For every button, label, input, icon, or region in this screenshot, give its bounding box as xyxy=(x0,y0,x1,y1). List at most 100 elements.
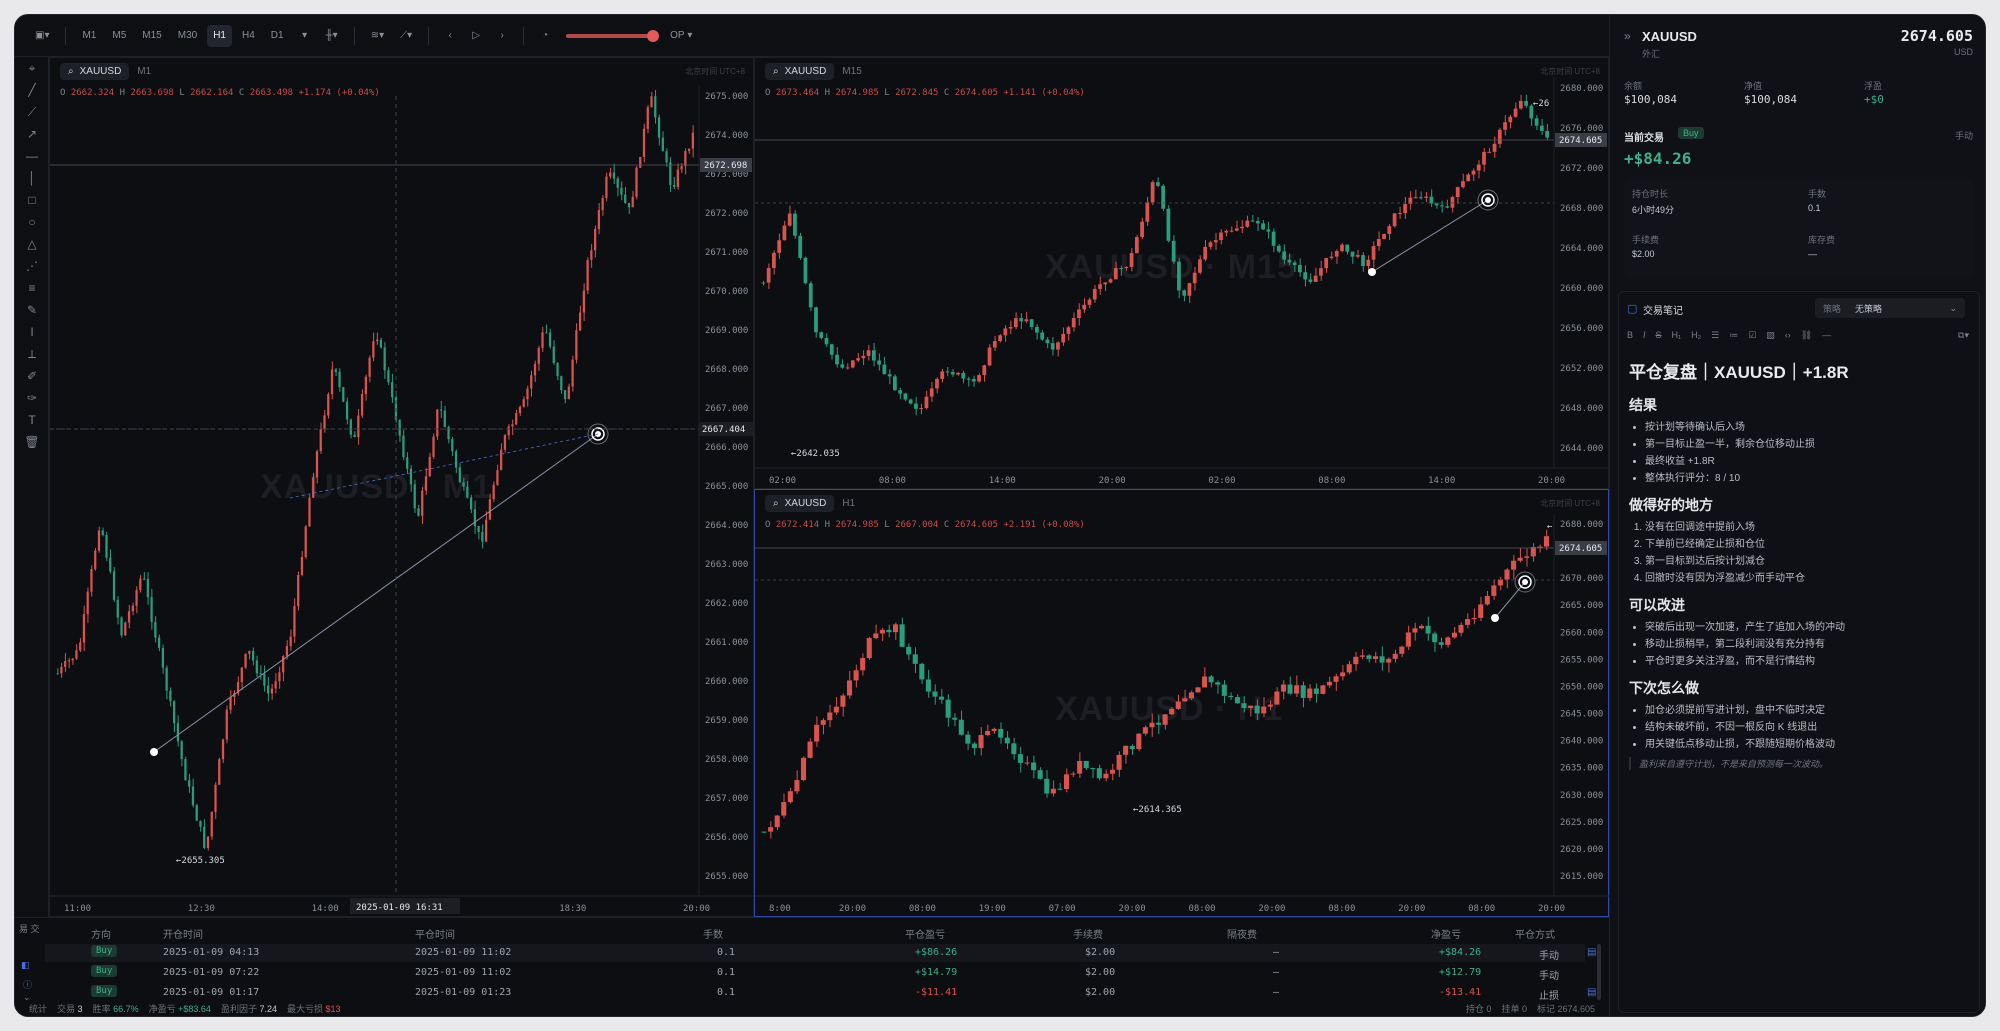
step-back-icon[interactable]: ‹ xyxy=(439,25,461,47)
strategy-label: 策略 xyxy=(1823,303,1842,314)
candle-body xyxy=(364,376,367,395)
circle-icon[interactable]: ○ xyxy=(15,211,49,233)
trash-icon[interactable]: 🗑 xyxy=(15,431,49,453)
layout-icon[interactable]: ▣▾ xyxy=(29,25,55,47)
checklist-icon[interactable]: ☑ xyxy=(1748,330,1756,341)
op-menu[interactable]: OP ▾ xyxy=(664,25,698,47)
indicator-icon[interactable]: ⟋▾ xyxy=(394,25,418,47)
hline-icon[interactable]: — xyxy=(15,145,49,167)
bold-icon[interactable]: B xyxy=(1627,330,1633,341)
price-chart[interactable]: 2675.0002674.0002673.0002672.0002671.000… xyxy=(50,58,755,918)
candle-body xyxy=(1261,706,1267,714)
candle-body xyxy=(1234,697,1240,704)
strategy-select[interactable]: 策略 无策略 ⌄ xyxy=(1815,298,1965,318)
bullet-list-icon[interactable]: ☰ xyxy=(1711,330,1719,341)
ray-icon[interactable]: ⟋ xyxy=(15,101,49,123)
table-row[interactable]: Buy 2025-01-09 07:22 2025-01-09 11:02 0.1 +$… xyxy=(45,964,1585,982)
tf-m15[interactable]: M15 xyxy=(136,25,167,47)
copy-icon[interactable]: ⧉▾ xyxy=(1958,330,1969,341)
candle-body xyxy=(1298,265,1302,273)
candle-body xyxy=(1334,251,1339,257)
table-scrollbar[interactable] xyxy=(1597,944,1601,1000)
image-icon[interactable]: ▨ xyxy=(1766,330,1775,341)
link-icon[interactable]: ⛓ xyxy=(1801,330,1812,341)
more-tf-icon[interactable]: ▾ xyxy=(294,25,316,47)
tf-m5[interactable]: M5 xyxy=(106,25,132,47)
rectangle-icon[interactable]: □ xyxy=(15,189,49,211)
text-cursor-icon[interactable]: I xyxy=(15,321,49,343)
collapse-icon[interactable]: » xyxy=(1624,29,1631,43)
triangle-icon[interactable]: △ xyxy=(15,233,49,255)
cursor-icon[interactable]: ⌖ xyxy=(15,57,49,79)
candle-body xyxy=(188,780,191,787)
h1-icon[interactable]: H₁ xyxy=(1672,330,1682,341)
chart-pane-m1[interactable]: ⌕ XAUUSD M1 北京时间 UTC+8 O 2662.324 H 2663.… xyxy=(49,57,755,918)
info-icon[interactable]: ⓘ xyxy=(23,978,32,991)
candle-body xyxy=(766,268,771,283)
arrow-icon[interactable]: ↗ xyxy=(15,123,49,145)
price-tick: 2665.000 xyxy=(705,482,748,492)
tf-m30[interactable]: M30 xyxy=(172,25,203,47)
replay-speed-slider[interactable] xyxy=(566,29,660,42)
entry-marker xyxy=(150,748,158,756)
italic-icon[interactable]: I xyxy=(1643,330,1646,341)
code-icon[interactable]: ‹› xyxy=(1785,330,1791,341)
divider-icon[interactable]: — xyxy=(1822,330,1831,341)
candle-type-icon[interactable]: ╫▾ xyxy=(320,25,344,47)
price-tick: 2680.000 xyxy=(1560,84,1603,94)
note-icon[interactable]: ▤ xyxy=(1587,987,1596,998)
step-forward-icon[interactable]: › xyxy=(491,25,513,47)
trendline-icon[interactable]: ╱ xyxy=(15,79,49,101)
price-chart[interactable]: 2680.0002675.0002670.0002665.0002660.000… xyxy=(755,490,1610,918)
candle-body xyxy=(300,556,304,575)
highlighter-icon[interactable]: ✑ xyxy=(15,387,49,409)
ordered-list-icon[interactable]: ≔ xyxy=(1729,330,1738,341)
candle-body xyxy=(586,259,589,291)
candle-body xyxy=(1213,240,1218,243)
play-icon[interactable]: ▷ xyxy=(465,25,487,47)
candle-body xyxy=(1466,174,1471,182)
layers-icon[interactable]: ≋▾ xyxy=(365,25,390,47)
candle-body xyxy=(398,420,401,436)
ruler-icon[interactable]: ⟂ xyxy=(15,343,49,365)
tf-h1[interactable]: H1 xyxy=(207,24,232,47)
price-chart[interactable]: 2680.000 2676.000 2672.000 2668.000 2664.000… xyxy=(755,58,1610,490)
tab-orders[interactable]: 交 xyxy=(31,924,40,934)
path-icon[interactable]: ⋰ xyxy=(15,255,49,277)
tf-h4[interactable]: H4 xyxy=(236,25,261,47)
table-row[interactable]: Buy 2025-01-09 04:13 2025-01-09 11:02 0.1 +$… xyxy=(45,944,1596,962)
candle-body xyxy=(244,653,247,668)
chart-pane-h1[interactable]: ⌕ XAUUSD H1 北京时间 UTC+8 O 2672.414 H 2674.… xyxy=(754,489,1610,918)
list-item: 结构未破坏前，不因一根反向 K 线退出 xyxy=(1645,721,1969,734)
slider-thumb[interactable] xyxy=(647,29,660,42)
price-tick: 2660.000 xyxy=(1560,628,1603,638)
candle-body xyxy=(1240,226,1244,229)
vline-icon[interactable]: │ xyxy=(15,167,49,189)
price-tick: 2645.000 xyxy=(1560,710,1603,720)
tf-d1[interactable]: D1 xyxy=(265,25,290,47)
tab-trades[interactable]: 易 xyxy=(19,924,28,934)
candle-body xyxy=(97,530,101,551)
tf-m1[interactable]: M1 xyxy=(76,25,102,47)
pen-icon[interactable]: ✎ xyxy=(15,299,49,321)
price-tick: 2656.000 xyxy=(1560,324,1603,334)
filter-icon[interactable]: ◧ xyxy=(21,960,30,971)
candle-body xyxy=(522,399,525,407)
price-tick: 2668.000 xyxy=(1560,204,1603,214)
candle-body xyxy=(285,646,289,656)
candle-body xyxy=(840,695,846,707)
strike-icon[interactable]: S xyxy=(1656,330,1662,341)
brush-icon[interactable]: ✐ xyxy=(15,365,49,387)
section-good: 做得好的地方 xyxy=(1629,497,1713,513)
candle-body xyxy=(1387,226,1392,234)
candle-body xyxy=(1031,762,1037,771)
candle-body xyxy=(1166,208,1171,241)
current-pnl: +$84.26 xyxy=(1624,149,1692,168)
candle-body xyxy=(982,365,987,376)
chart-pane-m15[interactable]: ⌕ XAUUSD M15 北京时间 UTC+8 O 2673.464 H 2674… xyxy=(754,57,1610,490)
h2-icon[interactable]: H₂ xyxy=(1691,330,1701,341)
text-icon[interactable]: T xyxy=(15,409,49,431)
note-icon[interactable]: ▤ xyxy=(1587,947,1596,958)
note-body[interactable]: 平仓复盘｜XAUUSD｜+1.8R 结果 按计划等待确认后入场 第一目标止盈一半… xyxy=(1629,344,1969,770)
fib-icon[interactable]: ≡ xyxy=(15,277,49,299)
